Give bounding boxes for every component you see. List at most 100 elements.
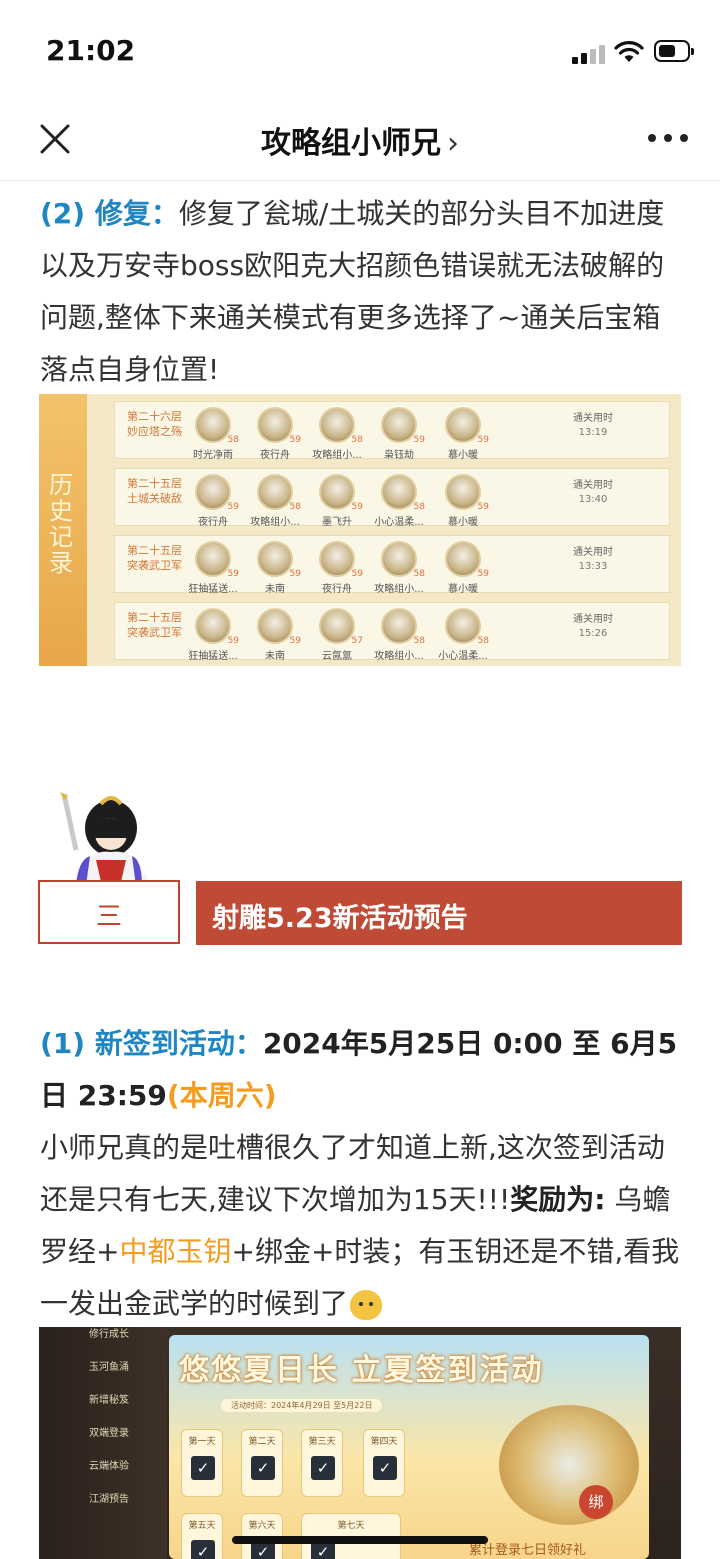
player-level: 58 [413,569,425,579]
floor-name: 突袭武卫军 [127,626,182,639]
player-level: 59 [289,636,301,646]
player-level: 59 [477,435,489,445]
day-card[interactable]: 第五天 ✓ [181,1513,223,1559]
player-level: 59 [477,569,489,579]
status-time: 21:02 [46,34,136,67]
checkmark-icon: ✓ [373,1456,397,1480]
player-name: 慕小暖 [448,584,478,595]
player-name: 未南 [265,651,285,662]
day-label: 第六天 [248,1521,276,1531]
record-floor: 第二十六层妙应塔之殇 [127,409,182,439]
player-avatar[interactable]: 59 [195,474,239,512]
reward-paragraph: 小师兄真的是吐槽很久了才知道上新,这次签到活动还是只有七天,建议下次增加为15天… [40,1122,684,1330]
more-icon[interactable] [648,134,688,144]
player-avatar[interactable]: 59 [319,541,363,579]
player-avatar[interactable]: 58 [257,474,301,512]
account-name[interactable]: 攻略组小师兄 [261,126,441,161]
battery-icon [654,40,694,62]
history-tab: 历史记录 [39,394,87,666]
player-name: 枭钰劫 [384,450,414,461]
clear-time: 通关用时 13:19 [553,412,633,440]
clear-time-label: 通关用时 [573,413,613,424]
player-avatar[interactable]: 59 [195,608,239,646]
player-avatar[interactable]: 58 [445,608,489,646]
event-menu-item[interactable]: 修行成长 [89,1327,129,1340]
player-avatar[interactable]: 58 [381,541,425,579]
player-name: 狂抽猛送... [188,651,238,662]
clear-time: 通关用时 15:26 [553,613,633,641]
day-card[interactable]: 第四天 ✓ [363,1429,405,1497]
record-floor: 第二十五层 突袭武卫军 [127,610,182,640]
event-menu-item[interactable]: 双端登录 [89,1424,129,1439]
player-avatar[interactable]: 59 [257,608,301,646]
player-avatar[interactable]: 59 [257,541,301,579]
player-name: 未南 [265,584,285,595]
player-level: 57 [351,636,363,646]
player-name: 攻略组小... [374,584,424,595]
home-indicator[interactable] [232,1536,488,1544]
event-menu-item[interactable]: 玉河鱼涌 [89,1358,129,1373]
floor-name: 突袭武卫军 [127,559,182,572]
player-level: 59 [227,502,239,512]
section-number: 三 [95,902,122,932]
compass-reward-image [499,1405,639,1525]
event-menu-item[interactable]: 新增秘笈 [89,1391,129,1406]
day-label: 第二天 [248,1437,276,1447]
day-card[interactable]: 第三天 ✓ [301,1429,343,1497]
history-record[interactable]: 第二十五层 突袭武卫军 59 狂抽猛送... 59 未南 59 夜行舟 58 攻略组小... 59 慕… [114,535,670,595]
history-record[interactable]: 第二十五层 突袭武卫军 59 狂抽猛送... 59 未南 57 云氤氲 58 攻略组小... 58 小… [114,602,670,662]
clear-time-value: 13:33 [578,561,608,572]
event-screenshot[interactable]: 修行成长玉河鱼涌新增秘笈双端登录云端体验江湖预告 悠悠夏日长 立夏签到活动 活动… [39,1327,681,1559]
chevron-right-icon[interactable]: › [447,126,459,161]
wifi-icon [614,41,644,62]
day-label: 第三天 [308,1437,336,1447]
player-name: 夜行舟 [198,517,228,528]
day-card[interactable]: 第二天 ✓ [241,1429,283,1497]
player-name: 小心温柔... [374,517,424,528]
player-avatar[interactable]: 58 [195,407,239,445]
player-avatar[interactable]: 59 [445,541,489,579]
record-floor: 第二十五层 土城关破敌 [127,476,182,506]
fix-paragraph: (2) 修复：修复了瓮城/土城关的部分头目不加进度以及万安寺boss欧阳克大招颜… [40,188,684,396]
player-avatar[interactable]: 59 [319,474,363,512]
player-avatar[interactable]: 59 [445,407,489,445]
player-avatar[interactable]: 58 [381,608,425,646]
player-level: 59 [227,569,239,579]
player-avatar[interactable]: 58 [319,407,363,445]
player-name: 夜行舟 [322,584,352,595]
history-record[interactable]: 第二十六层 妙应塔之殇 58 时光净雨 59 夜行舟 58 攻略组小... 59 枭钰劫 59 慕小暖… [114,401,670,461]
player-name: 夜行舟 [260,450,290,461]
record-floor: 第二十五层 突袭武卫军 [127,543,182,573]
event-menu: 修行成长玉河鱼涌新增秘笈双端登录云端体验江湖预告 [39,1327,167,1559]
player-avatar[interactable]: 59 [381,407,425,445]
checkmark-icon: ✓ [251,1456,275,1480]
floor-level: 第二十六层 [127,410,182,423]
history-screenshot[interactable]: 历史记录 第二十六层 妙应塔之殇 58 时光净雨 59 夜行舟 58 攻略组小... 59 枭钰劫… [39,394,681,666]
player-level: 58 [477,636,489,646]
player-level: 59 [289,569,301,579]
section-title: 射雕5.23新活动预告 [212,903,468,934]
player-avatar[interactable]: 59 [195,541,239,579]
fix-label: (2) 修复： [40,197,179,230]
player-level: 59 [351,569,363,579]
bind-badge: 绑 [579,1485,613,1519]
player-avatar[interactable]: 57 [319,608,363,646]
mascot-image [60,792,150,886]
history-record[interactable]: 第二十五层 土城关破敌 59 夜行舟 58 攻略组小... 59 墨飞升 58 小心温柔... 59… [114,468,670,528]
day-label: 第四天 [370,1437,398,1447]
player-name: 小心温柔... [438,651,488,662]
floor-name: 妙应塔之殇 [127,425,182,438]
player-level: 58 [413,636,425,646]
event-menu-item[interactable]: 江湖预告 [89,1490,129,1505]
account-title[interactable]: 攻略组小师兄 › [0,118,720,162]
reward-item-highlight: 中都玉钥 [119,1235,232,1268]
player-avatar[interactable]: 59 [445,474,489,512]
player-level: 58 [413,502,425,512]
day-card[interactable]: 第一天 ✓ [181,1429,223,1497]
player-level: 59 [413,435,425,445]
player-avatar[interactable]: 58 [381,474,425,512]
event-menu-item[interactable]: 云端体验 [89,1457,129,1472]
event-panel: 悠悠夏日长 立夏签到活动 活动时间：2024年4月29日 至5月22日 第一天 ✓… [169,1335,649,1559]
player-avatar[interactable]: 59 [257,407,301,445]
player-level: 58 [289,502,301,512]
